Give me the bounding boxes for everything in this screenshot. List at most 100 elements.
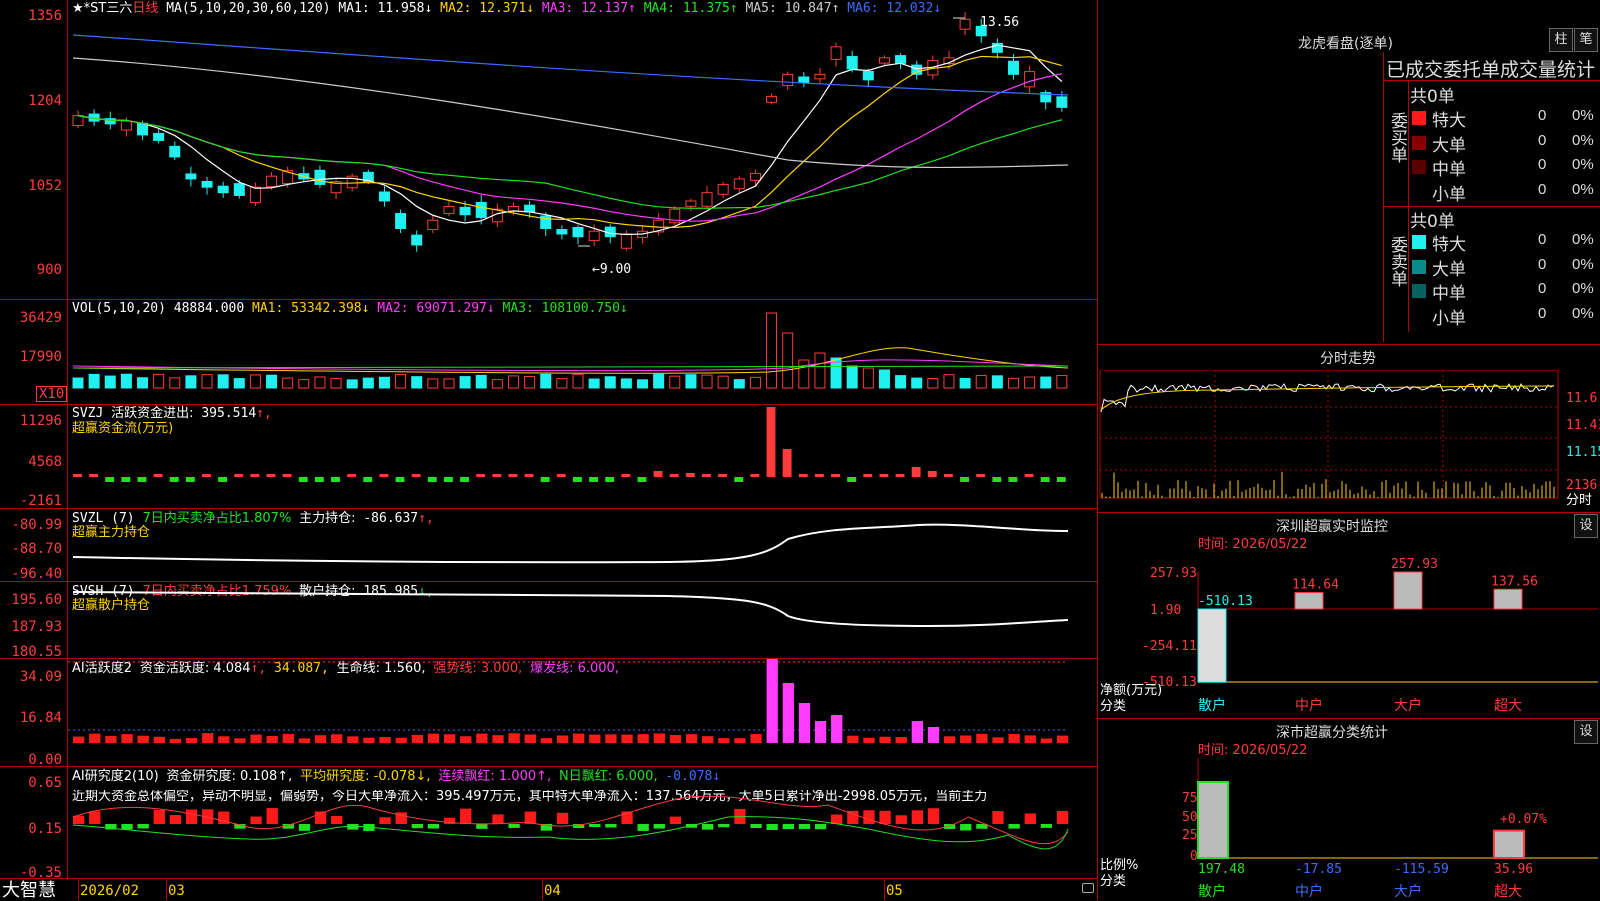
- svzj-bar: [573, 477, 582, 482]
- volume-bar: [991, 375, 1003, 389]
- ai2-bar: [927, 808, 940, 824]
- ai1-chart[interactable]: [68, 659, 1097, 766]
- ai1-bar: [556, 735, 569, 743]
- svzj-y-tick-0: 11296: [19, 413, 62, 429]
- sm-class-chart[interactable]: 197.48 散户 -17.85 中户 -115.59 大户 35.96 超大: [1098, 718, 1600, 900]
- ai1-bar: [89, 733, 101, 743]
- svzj-bar: [121, 477, 131, 482]
- svzj-bar: [798, 474, 808, 477]
- volume-bar: [733, 379, 745, 389]
- sz-monitor-chart[interactable]: -510.13 散户 114.64 中户 257.93 大户 137.56 超大: [1098, 512, 1600, 718]
- main-candle-chart[interactable]: [68, 0, 1097, 298]
- bar-view-button[interactable]: 柱: [1549, 28, 1573, 52]
- ai1-bar: [750, 734, 762, 743]
- buy-row-pct-0: 0%: [1572, 107, 1594, 124]
- ai2-bar: [831, 814, 843, 824]
- candle-body: [395, 213, 407, 229]
- volume-bar: [846, 365, 858, 389]
- volume-bar: [491, 379, 503, 389]
- candle-body: [878, 57, 890, 64]
- volume-bar: [1024, 376, 1036, 389]
- candle-body: [169, 145, 181, 158]
- svzj-bar: [395, 477, 405, 482]
- ai2-chart[interactable]: [68, 767, 1097, 878]
- volume-bar: [88, 373, 100, 389]
- volume-bar: [620, 378, 632, 389]
- ai1-bar: [798, 703, 811, 743]
- volume-bar: [653, 373, 665, 389]
- ai2-bar: [992, 811, 1004, 824]
- high-price-label: 13.56: [980, 15, 1020, 30]
- volume-bar: [120, 373, 132, 389]
- low-price-label: ←9.00: [592, 262, 632, 277]
- volume-bar: [524, 375, 536, 389]
- intraday-chart[interactable]: [1098, 370, 1600, 510]
- svzj-bar: [347, 474, 357, 477]
- ai2-bar: [443, 817, 456, 824]
- sell-row-pct-2: 0%: [1572, 280, 1594, 297]
- svzj-y-tick-2: -2161: [19, 493, 62, 509]
- tick-view-button[interactable]: 笔: [1574, 28, 1598, 52]
- svzj-bar: [1056, 477, 1066, 482]
- lock-icon[interactable]: [1082, 883, 1094, 893]
- ai1-bar: [911, 721, 923, 743]
- svsh-chart[interactable]: [68, 582, 1097, 658]
- svzl-chart[interactable]: [68, 509, 1097, 581]
- candle-body: [572, 226, 584, 238]
- candle-body: [266, 175, 278, 188]
- volume-bar: [314, 376, 326, 389]
- ai2-bar: [766, 824, 778, 831]
- volume-bar: [637, 379, 649, 389]
- candle-body: [443, 205, 455, 214]
- chart-area[interactable]: ★*ST三六日线 MA(5,10,20,30,60,120) MA1: 11.9…: [0, 0, 1098, 900]
- svzj-bar: [443, 477, 453, 482]
- ai1-bar: [1040, 738, 1053, 743]
- ai1-bar: [121, 734, 133, 743]
- ai2-bar: [589, 824, 601, 828]
- volume-bar: [298, 378, 310, 389]
- sell-row-value-3: 0: [1538, 304, 1547, 322]
- volume-bar: [1056, 375, 1068, 389]
- ai2-bar: [169, 815, 182, 824]
- svzj-bar: [427, 477, 437, 482]
- ai1-bar: [976, 733, 988, 743]
- ai2-bar: [379, 817, 391, 824]
- ai1-bar: [443, 734, 456, 743]
- ai2-bar: [895, 815, 907, 824]
- volume-bar: [588, 378, 600, 389]
- buy-side-text: 委买单: [1387, 112, 1407, 163]
- candle-body: [378, 191, 390, 202]
- intraday-top-line: [1098, 344, 1600, 345]
- candle-body: [685, 200, 697, 207]
- svzj-bar: [621, 474, 631, 477]
- buy-row-name-0: 特大: [1432, 111, 1466, 131]
- ai1-bar: [863, 737, 875, 743]
- svzj-bar: [218, 477, 228, 482]
- ai2-bar: [750, 824, 762, 828]
- svzj-bar: [831, 474, 840, 477]
- sm-cat-1: 中户: [1295, 883, 1323, 900]
- ai2-y-tick-0: 0.65: [28, 775, 62, 791]
- svzj-chart[interactable]: [68, 405, 1097, 508]
- sz-bar-3: [1493, 588, 1523, 610]
- svzj-bar: [718, 474, 728, 477]
- svzj-bar: [1040, 477, 1050, 482]
- ai1-bar: [653, 733, 665, 743]
- candle-body: [427, 219, 439, 231]
- volume-chart[interactable]: [68, 300, 1097, 404]
- ai2-bar: [298, 824, 311, 831]
- svzj-bar: [89, 474, 98, 477]
- sell-row-name-3: 小单: [1432, 308, 1466, 329]
- ai2-bar: [702, 824, 714, 830]
- buy-row-pct-2: 0%: [1572, 156, 1594, 173]
- svzj-bar: [153, 474, 163, 477]
- volume-bar: [443, 378, 455, 389]
- volume-bar: [959, 378, 971, 389]
- svzj-bar: [379, 474, 389, 477]
- svzj-bar: [992, 477, 1002, 482]
- ai1-bar: [250, 734, 262, 743]
- sell-row-name-0: 特大: [1432, 235, 1466, 255]
- sz-cat-3: 超大: [1494, 698, 1522, 714]
- buy-row-value-2: 0: [1538, 156, 1547, 173]
- ai2-y-tick-2: -0.35: [19, 865, 62, 881]
